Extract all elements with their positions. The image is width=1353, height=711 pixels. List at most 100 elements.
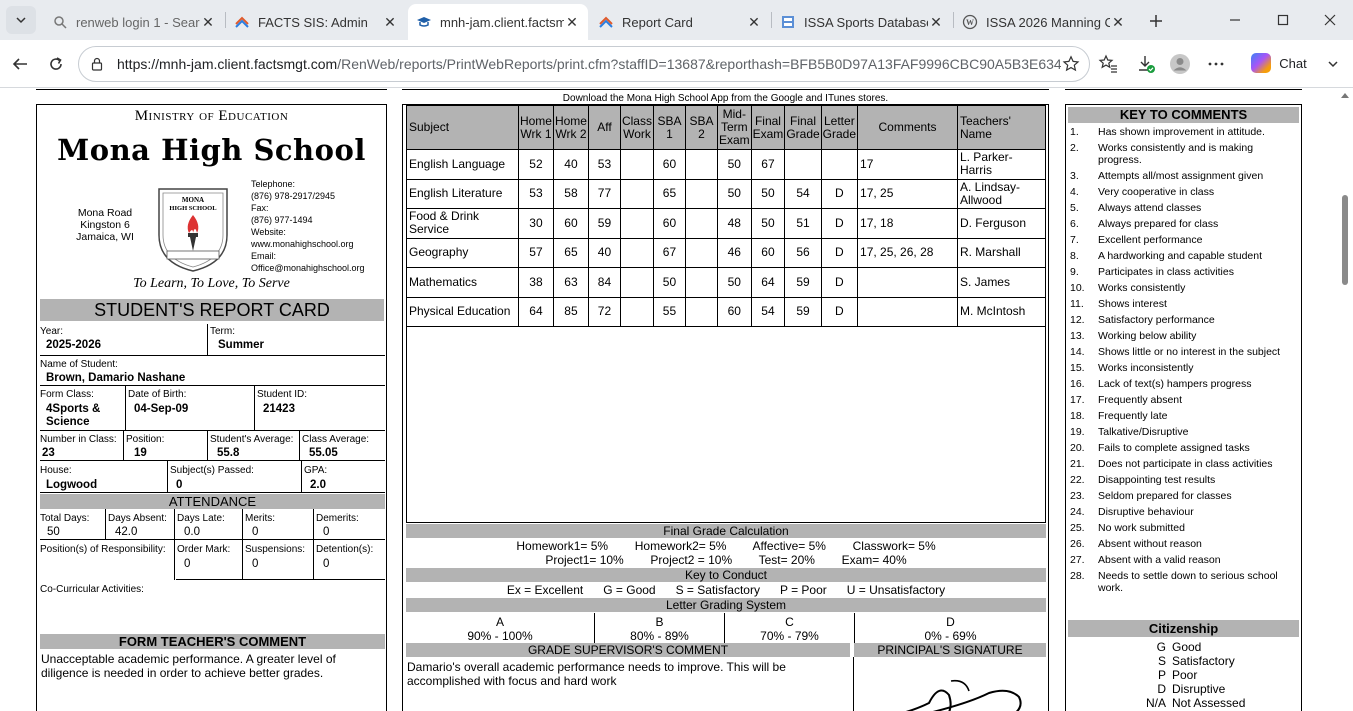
url-path: /RenWeb/reports/PrintWebReports/print.cf…	[337, 56, 1061, 72]
table-cell: 52	[517, 149, 554, 180]
item-number: 20.	[1070, 442, 1085, 454]
ministry-heading: Ministry of Education	[134, 108, 289, 124]
item-text: Talkative/Disruptive	[1098, 426, 1189, 438]
tab-search[interactable]: renweb login 1 - Search ✕	[44, 4, 224, 40]
table-cell: 50	[716, 149, 752, 180]
letter-range: 70% - 79%	[760, 629, 819, 643]
item-text: Lack of text(s) hampers progress	[1098, 378, 1252, 390]
favorites-button[interactable]	[1094, 50, 1122, 78]
tab-bar: renweb login 1 - Search ✕ FACTS SIS: Adm…	[0, 0, 1353, 40]
back-button[interactable]	[6, 50, 34, 78]
student-name-value: Brown, Damario Nashane	[46, 372, 186, 384]
dob-value: 04-Sep-09	[134, 403, 189, 415]
tab-title: mnh-jam.client.factsmgt	[440, 14, 564, 30]
close-icon[interactable]: ✕	[564, 14, 580, 30]
item-text: Absent with a valid reason	[1098, 554, 1221, 566]
table-cell: 56	[784, 237, 822, 268]
sidebar-toggle-button[interactable]	[1322, 50, 1344, 78]
table-cell: 53	[587, 149, 621, 180]
letter-grading-heading: Letter Grading System	[406, 598, 1046, 612]
order-mark-label: Order Mark:	[177, 544, 231, 555]
tab-facts-admin[interactable]: FACTS SIS: Admin ✕	[226, 4, 406, 40]
minimize-button[interactable]	[1220, 8, 1250, 32]
tab-report-card[interactable]: Report Card ✕	[590, 4, 770, 40]
col-header: Home Wrk 2	[552, 105, 589, 150]
item-text: Excellent performance	[1098, 234, 1203, 246]
year-label: Year:	[40, 326, 63, 337]
table-cell: 17	[857, 149, 958, 180]
col-header: SBA 1	[652, 105, 686, 150]
refresh-icon	[50, 57, 62, 70]
list-item: 17. Frequently absent	[1070, 394, 1298, 406]
item-number: 4.	[1070, 186, 1079, 198]
close-icon[interactable]: ✕	[382, 14, 398, 30]
close-icon[interactable]: ✕	[1110, 14, 1126, 30]
avatar-icon	[1170, 54, 1190, 74]
site-info-icon[interactable]	[89, 56, 105, 72]
gpa-label: GPA:	[304, 465, 328, 476]
school-crest-icon: MONA HIGH SCHOOL	[158, 188, 228, 272]
days-late-value: 0.0	[184, 526, 200, 538]
new-tab-button[interactable]	[1143, 8, 1169, 34]
grades-header-row: Subject Home Wrk 1 Home Wrk 2 Aff Class …	[406, 105, 1047, 150]
table-cell	[619, 296, 654, 327]
tab-active-report[interactable]: mnh-jam.client.factsmgt ✕	[408, 4, 588, 40]
chat-label: Chat	[1279, 55, 1307, 71]
table-cell: 50	[716, 178, 752, 209]
list-item: 6. Always prepared for class	[1070, 218, 1298, 230]
item-number: 21.	[1070, 458, 1085, 470]
scroll-up-arrow-icon[interactable]	[1341, 93, 1349, 98]
list-item: 16. Lack of text(s) hampers progress	[1070, 378, 1298, 390]
tab-manning-cup[interactable]: W ISSA 2026 Manning Cup ✕	[954, 4, 1134, 40]
house-value: Logwood	[46, 479, 98, 491]
favorite-star-icon[interactable]	[1061, 54, 1081, 74]
tab-issa-database[interactable]: ISSA Sports Database ✕	[772, 4, 952, 40]
close-icon[interactable]: ✕	[746, 14, 762, 30]
scrollbar-thumb[interactable]	[1342, 195, 1348, 285]
profile-button[interactable]	[1166, 50, 1194, 78]
attendance-heading: ATTENDANCE	[40, 494, 385, 509]
copilot-icon	[1251, 53, 1272, 73]
downloads-button[interactable]	[1132, 50, 1160, 78]
letter: A	[495, 615, 504, 629]
letter-a: A 90% - 100%	[406, 615, 594, 643]
list-item: 19. Talkative/Disruptive	[1070, 426, 1298, 438]
maximize-button[interactable]	[1268, 8, 1298, 32]
subjects-passed-value: 0	[176, 479, 183, 491]
contact-line: Fax:	[251, 203, 269, 213]
principal-signature-heading: PRINCIPAL'S SIGNATURE	[854, 643, 1046, 657]
cocurricular-label: Co-Curricular Activities:	[40, 584, 144, 595]
tab-actions-menu-button[interactable]	[6, 6, 36, 34]
close-window-button[interactable]	[1315, 8, 1345, 32]
term-value: Summer	[218, 339, 265, 351]
list-item: 13. Working below ability	[1070, 330, 1298, 342]
table-cell: 67	[750, 149, 786, 180]
url-text[interactable]: https://mnh-jam.client.factsmgt.com/RenW…	[117, 56, 1061, 72]
table-cell: 59	[587, 208, 621, 239]
year-value: 2025-2026	[46, 339, 101, 351]
list-item: 14. Shows little or no interest in the su…	[1070, 346, 1298, 358]
table-cell	[619, 178, 654, 209]
page-scrollbar[interactable]	[1337, 89, 1353, 711]
table-cell: D	[820, 178, 859, 209]
item-text: A hardworking and capable student	[1098, 250, 1263, 262]
tab-title: ISSA Sports Database	[804, 14, 928, 30]
table-cell: English Language	[406, 149, 519, 180]
app-download-note: Download the Mona High School App from t…	[562, 93, 889, 104]
report-page: Ministry of Education Mona High School M…	[0, 89, 1337, 711]
grades-panel: Download the Mona High School App from t…	[402, 93, 1049, 711]
table-row: Mathematics 38 63 84 50 50 64 59 D S. James	[406, 267, 1047, 298]
item-number: 7.	[1070, 234, 1079, 246]
student-name-label: Name of Student:	[40, 359, 118, 370]
item-text: Frequently late	[1098, 410, 1168, 422]
table-cell: 64	[517, 296, 554, 327]
principal-signature-icon	[905, 679, 1022, 711]
address-bar[interactable]: https://mnh-jam.client.factsmgt.com/RenW…	[78, 46, 1090, 82]
maximize-icon	[1277, 14, 1289, 26]
list-item: 25. No work submitted	[1070, 522, 1298, 534]
close-icon[interactable]: ✕	[200, 14, 216, 30]
close-icon[interactable]: ✕	[928, 14, 944, 30]
copilot-chat-button[interactable]: Chat	[1244, 48, 1314, 78]
settings-more-button[interactable]	[1202, 50, 1230, 78]
refresh-button[interactable]	[42, 50, 70, 78]
